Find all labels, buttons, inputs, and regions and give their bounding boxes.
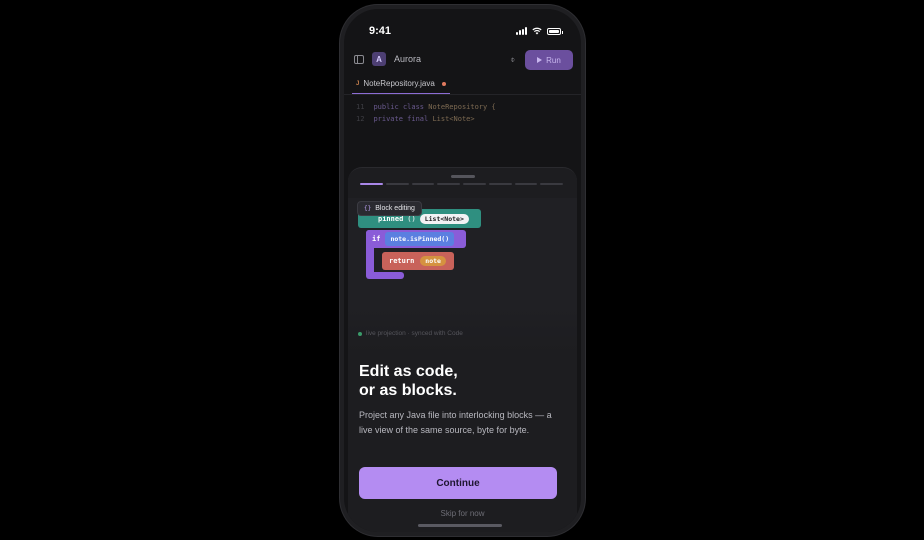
continue-button[interactable]: Continue (359, 467, 557, 499)
return-block[interactable]: return note (382, 252, 454, 270)
home-indicator (418, 524, 502, 527)
progress-segment (437, 183, 460, 185)
ide-toolbar: A Aurora ⌽ Run (344, 43, 581, 75)
if-block-foot (366, 272, 404, 279)
sidebar-toggle-icon[interactable] (354, 54, 364, 64)
progress-segment (463, 183, 486, 185)
preview-fade (348, 304, 577, 354)
return-value: note (420, 256, 446, 266)
live-projection-note: live projection · synced with Code (358, 330, 466, 338)
play-icon (537, 57, 543, 63)
battery-icon (547, 27, 563, 35)
editor-tabs: J NoteRepository.java (344, 75, 581, 95)
status-icons (516, 27, 563, 35)
if-condition: note.isPinned() (385, 232, 455, 246)
return-keyword: return (389, 257, 415, 265)
badge-label: Block editing (375, 205, 415, 212)
headline-line-1: Edit as code, (359, 363, 458, 380)
progress-segment (385, 183, 409, 185)
step-progress (360, 183, 563, 185)
tab-note-repository[interactable]: J NoteRepository.java (352, 74, 450, 94)
live-status-dot (358, 332, 362, 336)
onboarding-sheet: {} Block editing pinned () List<Note> if… (348, 167, 577, 532)
code-line: 12 private final List<Note> (356, 115, 475, 123)
live-projection-text: live projection · synced with Code (366, 330, 463, 337)
ide-background: A Aurora ⌽ Run J NoteRepository.java 11 p… (344, 43, 581, 173)
if-block[interactable]: if note.isPinned() (366, 230, 466, 248)
onboarding-description: Project any Java file into interlocking … (359, 410, 552, 435)
onboarding-headline: Edit as code, or as blocks. (359, 362, 559, 400)
project-name[interactable]: Aurora (394, 54, 421, 64)
tab-label: NoteRepository.java (363, 79, 435, 88)
code-line: 11 public class NoteRepository { (356, 103, 496, 111)
braces-icon: {} (364, 205, 372, 212)
progress-segment (360, 183, 383, 185)
headline-line-2: or as blocks. (359, 382, 457, 399)
wifi-icon (532, 27, 542, 35)
block-preview: {} Block editing pinned () List<Note> if… (348, 198, 577, 354)
java-file-icon: J (356, 80, 360, 87)
project-avatar[interactable]: A (372, 52, 386, 66)
progress-segment (488, 183, 512, 185)
unsaved-dot (441, 81, 446, 86)
sheet-grabber[interactable] (451, 175, 475, 178)
code-editor: 11 public class NoteRepository { 12 privat… (344, 95, 581, 131)
if-keyword: if (372, 235, 381, 243)
cellular-signal-icon (516, 27, 527, 35)
progress-segment (540, 183, 563, 185)
run-button[interactable]: Run (525, 50, 573, 70)
skip-link[interactable]: Skip for now (348, 509, 577, 518)
phone-screen: 9:41 A Aurora ⌽ Run J NoteRepository.jav… (344, 9, 581, 532)
status-bar: 9:41 (344, 9, 581, 43)
pinned-type-pill: List<Note> (419, 213, 469, 224)
branch-icon[interactable]: ⌽ (510, 55, 515, 65)
status-time: 9:41 (369, 25, 392, 37)
progress-segment (514, 183, 538, 185)
progress-segment (411, 183, 435, 185)
block-editing-badge: {} Block editing (357, 201, 422, 216)
phone-frame: 9:41 A Aurora ⌽ Run J NoteRepository.jav… (340, 5, 585, 536)
run-label: Run (546, 55, 561, 65)
